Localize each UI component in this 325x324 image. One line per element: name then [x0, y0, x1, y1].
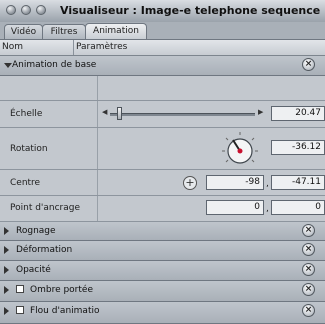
param-row-scale: Échelle ◀ ▶ 20.47	[0, 101, 325, 128]
column-divider	[97, 196, 98, 221]
rotation-value-field[interactable]: -36.12	[271, 140, 325, 155]
disclosure-triangle-icon[interactable]	[4, 286, 9, 294]
section-flou-animation[interactable]: Flou d'animatio ×	[0, 302, 325, 324]
anchor-label: Point d'ancrage	[10, 203, 81, 213]
center-label: Centre	[10, 178, 41, 188]
crosshair-icon[interactable]: +	[183, 176, 197, 190]
section-deformation[interactable]: Déformation ×	[0, 241, 325, 261]
reset-icon[interactable]: ×	[302, 243, 315, 256]
slider-left-arrow-icon[interactable]: ◀	[102, 108, 107, 116]
param-spacer-row	[0, 76, 325, 101]
disclosure-triangle-icon[interactable]	[4, 266, 9, 274]
section-label: Rognage	[16, 226, 56, 236]
disclosure-triangle-icon[interactable]	[4, 63, 12, 68]
tab-animation[interactable]: Animation	[85, 23, 147, 39]
close-window-button[interactable]	[6, 5, 16, 15]
param-row-anchor: Point d'ancrage 0 , 0	[0, 196, 325, 222]
section-label: Flou d'animatio	[30, 306, 100, 316]
section-ombre-portee[interactable]: Ombre portée ×	[0, 281, 325, 302]
center-y-field[interactable]: -47.11	[271, 175, 325, 190]
center-comma: ,	[266, 179, 269, 189]
rotation-dial-icon[interactable]	[220, 131, 260, 167]
column-divider	[97, 128, 98, 169]
enable-checkbox[interactable]	[16, 285, 24, 293]
title-bar[interactable]: Visualiseur : Image-e telephone sequence	[0, 0, 325, 23]
zoom-window-button[interactable]	[36, 5, 46, 15]
reset-icon[interactable]: ×	[302, 283, 315, 296]
scale-label: Échelle	[10, 109, 43, 119]
column-header: Nom Paramètres	[0, 40, 325, 56]
param-row-rotation: Rotation -36.12	[0, 128, 325, 170]
scale-slider-track[interactable]	[110, 113, 255, 116]
center-x-field[interactable]: -98	[206, 175, 264, 190]
column-params-header: Paramètres	[76, 42, 128, 52]
disclosure-triangle-icon[interactable]	[4, 227, 9, 235]
anchor-y-field[interactable]: 0	[271, 200, 325, 215]
minimize-window-button[interactable]	[21, 5, 31, 15]
enable-checkbox[interactable]	[16, 306, 24, 314]
scale-value-field[interactable]: 20.47	[271, 106, 325, 121]
window-title: Visualiseur : Image-e telephone sequence	[60, 4, 321, 17]
tab-video[interactable]: Vidéo	[4, 24, 43, 39]
reset-icon[interactable]: ×	[302, 304, 315, 317]
section-rognage[interactable]: Rognage ×	[0, 222, 325, 241]
column-name-header: Nom	[2, 42, 24, 52]
column-divider	[97, 101, 98, 127]
tab-bar: Vidéo Filtres Animation	[0, 22, 325, 40]
tab-filters[interactable]: Filtres	[42, 24, 86, 39]
reset-icon[interactable]: ×	[302, 224, 315, 237]
column-divider	[97, 170, 98, 195]
scale-slider-thumb[interactable]	[117, 107, 122, 120]
section-label: Animation de base	[12, 60, 97, 70]
disclosure-triangle-icon[interactable]	[4, 307, 9, 315]
reset-icon[interactable]: ×	[302, 58, 315, 71]
reset-icon[interactable]: ×	[302, 263, 315, 276]
column-divider	[97, 76, 98, 100]
rotation-label: Rotation	[10, 144, 48, 154]
disclosure-triangle-icon[interactable]	[4, 246, 9, 254]
slider-right-arrow-icon[interactable]: ▶	[258, 108, 263, 116]
anchor-x-field[interactable]: 0	[206, 200, 264, 215]
column-separator[interactable]	[73, 40, 74, 55]
section-label: Déformation	[16, 245, 73, 255]
section-label: Opacité	[16, 265, 51, 275]
anchor-comma: ,	[266, 204, 269, 214]
param-row-center: Centre + -98 , -47.11	[0, 170, 325, 196]
section-opacite[interactable]: Opacité ×	[0, 261, 325, 281]
section-label: Ombre portée	[30, 285, 93, 295]
section-animation-de-base[interactable]: Animation de base ×	[0, 56, 325, 76]
